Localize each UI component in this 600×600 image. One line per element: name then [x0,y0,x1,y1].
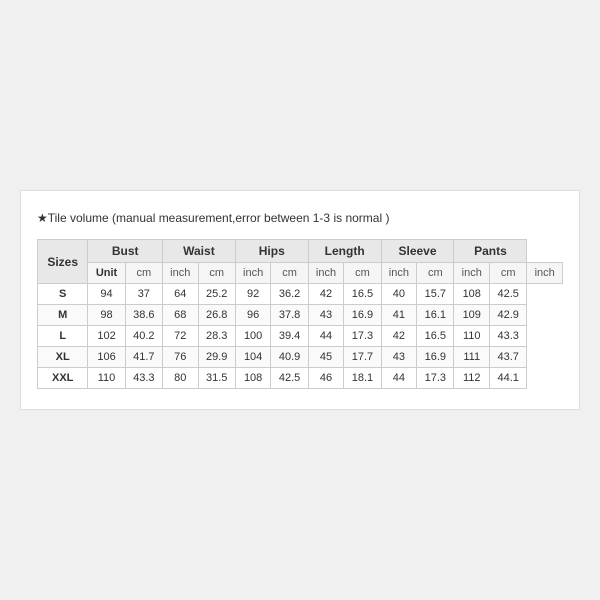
table-cell: 43.3 [490,326,527,347]
unit-cm-length: cm [344,263,381,284]
table-cell: 42.5 [271,368,308,389]
table-cell: 43 [308,305,344,326]
table-cell: 15.7 [417,284,454,305]
table-cell: 37 [125,284,162,305]
size-chart-container: ★Tile volume (manual measurement,error b… [20,190,580,410]
table-cell: 76 [162,347,198,368]
table-cell: 92 [235,284,271,305]
table-cell: 109 [454,305,490,326]
table-cell: 41.7 [125,347,162,368]
unit-row: Unit cm inch cm inch cm inch cm inch cm … [38,263,563,284]
table-cell: 41 [381,305,417,326]
col-pants: Pants [454,240,527,263]
table-cell: 46 [308,368,344,389]
table-cell: 42 [308,284,344,305]
table-cell: 43.7 [490,347,527,368]
table-cell: 37.8 [271,305,308,326]
col-waist: Waist [162,240,235,263]
table-cell: 29.9 [198,347,235,368]
table-cell: L [38,326,88,347]
table-cell: 16.5 [417,326,454,347]
table-cell: S [38,284,88,305]
table-cell: XXL [38,368,88,389]
table-cell: 42.9 [490,305,527,326]
table-cell: 110 [88,368,125,389]
table-cell: 17.7 [344,347,381,368]
table-cell: 98 [88,305,125,326]
table-cell: 43.3 [125,368,162,389]
table-cell: 18.1 [344,368,381,389]
table-cell: 16.1 [417,305,454,326]
table-cell: 17.3 [417,368,454,389]
unit-cm-sleeve: cm [417,263,454,284]
table-cell: 38.6 [125,305,162,326]
table-cell: 94 [88,284,125,305]
table-cell: 25.2 [198,284,235,305]
table-cell: 28.3 [198,326,235,347]
unit-inch-length: inch [381,263,417,284]
unit-inch-sleeve: inch [454,263,490,284]
col-bust: Bust [88,240,163,263]
table-cell: 108 [235,368,271,389]
table-row: L10240.27228.310039.44417.34216.511043.3 [38,326,563,347]
table-cell: 16.5 [344,284,381,305]
unit-cm-waist: cm [198,263,235,284]
measurement-note: ★Tile volume (manual measurement,error b… [37,211,563,225]
col-length: Length [308,240,381,263]
table-cell: 44 [308,326,344,347]
table-cell: M [38,305,88,326]
table-cell: 42.5 [490,284,527,305]
table-cell: 39.4 [271,326,308,347]
unit-main-label: Unit [88,263,125,284]
table-cell: 40 [381,284,417,305]
unit-cm-pants: cm [490,263,527,284]
table-cell: 96 [235,305,271,326]
size-table: Sizes Bust Waist Hips Length Sleeve Pant… [37,239,563,389]
table-cell: 43 [381,347,417,368]
table-cell: 40.2 [125,326,162,347]
table-cell: 26.8 [198,305,235,326]
table-cell: 31.5 [198,368,235,389]
table-cell: 36.2 [271,284,308,305]
table-cell: 44 [381,368,417,389]
table-cell: 100 [235,326,271,347]
unit-cm-hips: cm [271,263,308,284]
unit-inch-hips: inch [308,263,344,284]
table-cell: 104 [235,347,271,368]
table-cell: 42 [381,326,417,347]
table-row: XXL11043.38031.510842.54618.14417.311244… [38,368,563,389]
table-row: XL10641.77629.910440.94517.74316.911143.… [38,347,563,368]
table-cell: 108 [454,284,490,305]
table-cell: 112 [454,368,490,389]
table-cell: 111 [454,347,490,368]
col-hips: Hips [235,240,308,263]
table-cell: 16.9 [417,347,454,368]
unit-inch-pants: inch [527,263,563,284]
unit-inch-waist: inch [235,263,271,284]
table-cell: 68 [162,305,198,326]
table-cell: 16.9 [344,305,381,326]
table-cell: XL [38,347,88,368]
unit-label: cm [125,263,162,284]
table-cell: 17.3 [344,326,381,347]
unit-inch-bust: inch [162,263,198,284]
table-cell: 110 [454,326,490,347]
table-cell: 106 [88,347,125,368]
col-sleeve: Sleeve [381,240,454,263]
table-cell: 102 [88,326,125,347]
table-cell: 44.1 [490,368,527,389]
col-sizes: Sizes [38,240,88,284]
header-row: Sizes Bust Waist Hips Length Sleeve Pant… [38,240,563,263]
table-cell: 40.9 [271,347,308,368]
table-row: M9838.66826.89637.84316.94116.110942.9 [38,305,563,326]
table-cell: 64 [162,284,198,305]
table-cell: 45 [308,347,344,368]
table-cell: 80 [162,368,198,389]
table-row: S94376425.29236.24216.54015.710842.5 [38,284,563,305]
table-cell: 72 [162,326,198,347]
